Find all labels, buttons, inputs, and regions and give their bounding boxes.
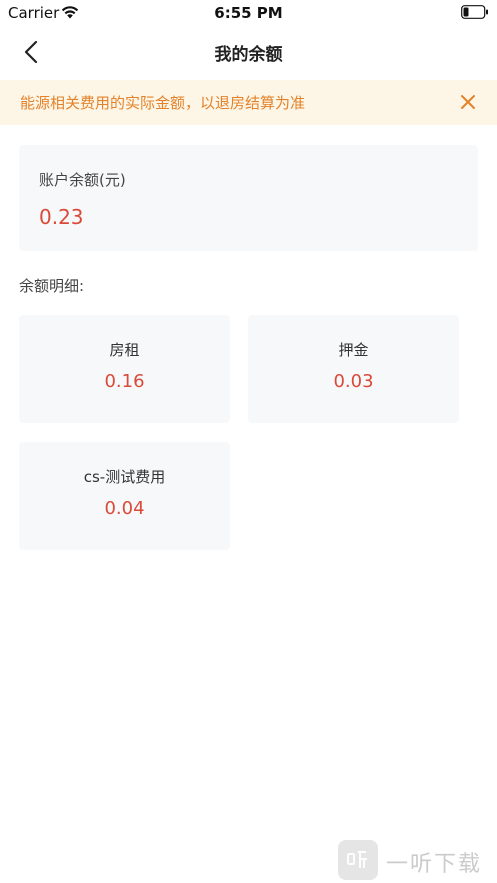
- balance-label: 账户余额(元): [39, 171, 126, 189]
- balance-value: 0.23: [39, 205, 84, 229]
- detail-card-rent[interactable]: 房租 0.16: [19, 315, 230, 423]
- status-bar: Carrier 6:55 PM: [0, 0, 497, 26]
- detail-card-deposit[interactable]: 押金 0.03: [248, 315, 459, 423]
- detail-amount: 0.03: [333, 371, 374, 392]
- detail-name: cs-测试费用: [83, 468, 166, 486]
- navigation-bar: 我的余额: [0, 26, 497, 78]
- watermark-text: 一听下载: [386, 852, 483, 877]
- detail-name: 房租: [109, 341, 140, 359]
- notice-text: 能源相关费用的实际金额，以退房结算为准: [20, 94, 306, 112]
- close-icon[interactable]: [457, 91, 479, 113]
- detail-name: 押金: [338, 341, 369, 359]
- detail-amount: 0.04: [104, 498, 145, 519]
- page-title: 我的余额: [214, 45, 283, 65]
- detail-card-test-fee[interactable]: cs-测试费用 0.04: [19, 442, 230, 550]
- detail-amount: 0.16: [104, 371, 145, 392]
- battery-icon: [461, 5, 488, 19]
- balance-detail-heading: 余额明细:: [19, 277, 85, 295]
- notice-banner: 能源相关费用的实际金额，以退房结算为准: [0, 80, 497, 125]
- watermark-logo-icon: [338, 840, 378, 880]
- status-time: 6:55 PM: [214, 4, 283, 22]
- account-balance-card: 账户余额(元) 0.23: [19, 145, 478, 251]
